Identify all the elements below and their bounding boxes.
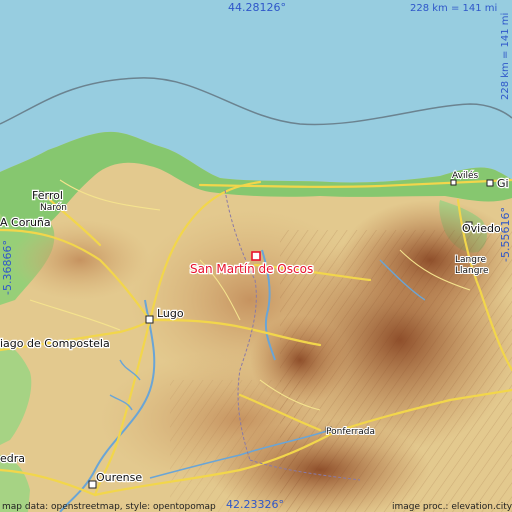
label-ourense: Ourense: [96, 471, 142, 484]
coord-bottom: 42.23326°: [226, 498, 284, 511]
map-canvas: Ferrol Narón A Coruña iago de Compostela…: [0, 0, 512, 512]
label-pedra: edra: [0, 452, 25, 465]
label-coruna: A Coruña: [0, 216, 51, 229]
coord-left: -5.36866°: [1, 240, 14, 295]
attribution-right: image proc.: elevation.city: [392, 502, 512, 512]
coord-top: 44.28126°: [228, 1, 286, 14]
label-naron: Narón: [40, 202, 67, 213]
label-ferrol: Ferrol: [32, 189, 63, 202]
target-marker[interactable]: [251, 251, 261, 261]
label-langre: Langre: [455, 255, 486, 265]
label-aviles: Avilés: [452, 170, 478, 181]
label-gijon: Gi: [497, 177, 509, 190]
attribution-left: map data: openstreetmap, style: opentopo…: [2, 502, 216, 512]
label-lugo: Lugo: [157, 307, 184, 320]
ridge-texture-south: [170, 380, 300, 512]
scale-right: 228 km = 141 mi: [500, 13, 511, 100]
label-santiago: iago de Compostela: [0, 337, 110, 350]
scale-top: 228 km = 141 mi: [410, 3, 497, 14]
label-oviedo: Oviedo: [462, 222, 501, 235]
label-llangre: Llangre: [455, 266, 489, 276]
label-target-place[interactable]: San Martín de Oscos: [189, 261, 315, 278]
label-ponferrada: Ponferrada: [326, 427, 375, 437]
coord-right: -5.55616°: [499, 207, 512, 262]
